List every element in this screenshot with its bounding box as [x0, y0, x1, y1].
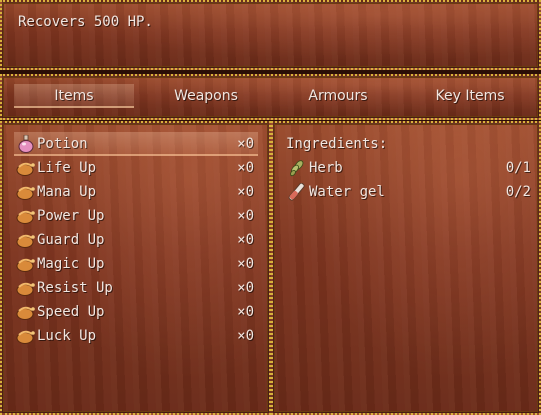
- item-row-life-up[interactable]: Life Up ×0: [14, 156, 258, 180]
- item-name: Luck Up: [37, 328, 97, 344]
- ingredient-name: Herb: [309, 160, 343, 176]
- tab-armours[interactable]: Armours: [278, 84, 398, 108]
- item-quantity: ×0: [237, 256, 254, 272]
- item-quantity: ×0: [237, 280, 254, 296]
- item-quantity: ×0: [237, 208, 254, 224]
- pouch-icon: [16, 210, 35, 224]
- item-name: Resist Up: [37, 280, 113, 296]
- pouch-icon: [16, 282, 35, 296]
- item-row-luck-up[interactable]: Luck Up ×0: [14, 324, 258, 348]
- ingredient-row-water-gel: Water gel 0/2: [285, 180, 531, 204]
- item-row-power-up[interactable]: Power Up ×0: [14, 204, 258, 228]
- item-row-mana-up[interactable]: Mana Up ×0: [14, 180, 258, 204]
- item-quantity: ×0: [237, 328, 254, 344]
- item-name: Potion: [37, 136, 88, 152]
- ingredient-count: 0/1: [505, 160, 531, 176]
- item-row-guard-up[interactable]: Guard Up ×0: [14, 228, 258, 252]
- help-text: Recovers 500 HP.: [18, 14, 153, 30]
- tab-items[interactable]: Items: [14, 84, 134, 108]
- item-name: Guard Up: [37, 232, 105, 248]
- tab-key-items[interactable]: Key Items: [410, 84, 530, 108]
- pouch-icon: [16, 306, 35, 320]
- item-name: Mana Up: [37, 184, 97, 200]
- item-name: Power Up: [37, 208, 105, 224]
- item-quantity: ×0: [237, 184, 254, 200]
- vial-icon: [288, 183, 305, 201]
- pouch-icon: [16, 258, 35, 272]
- item-quantity: ×0: [237, 304, 254, 320]
- pouch-icon: [16, 162, 35, 176]
- item-quantity: ×0: [237, 136, 254, 152]
- pouch-icon: [16, 234, 35, 248]
- ingredient-row-herb: Herb 0/1: [285, 156, 531, 180]
- pouch-icon: [16, 186, 35, 200]
- pouch-icon: [16, 330, 35, 344]
- herb-icon: [290, 160, 304, 177]
- item-row-resist-up[interactable]: Resist Up ×0: [14, 276, 258, 300]
- potion-flask-icon: [18, 135, 34, 153]
- item-row-potion[interactable]: Potion ×0: [14, 132, 258, 156]
- item-row-speed-up[interactable]: Speed Up ×0: [14, 300, 258, 324]
- ingredient-count: 0/2: [505, 184, 531, 200]
- item-quantity: ×0: [237, 160, 254, 176]
- item-quantity: ×0: [237, 232, 254, 248]
- ingredient-name: Water gel: [309, 184, 385, 200]
- item-row-magic-up[interactable]: Magic Up ×0: [14, 252, 258, 276]
- item-name: Magic Up: [37, 256, 105, 272]
- tab-weapons[interactable]: Weapons: [146, 84, 266, 108]
- ingredients-title: Ingredients:: [286, 136, 388, 152]
- item-name: Speed Up: [37, 304, 105, 320]
- item-name: Life Up: [37, 160, 97, 176]
